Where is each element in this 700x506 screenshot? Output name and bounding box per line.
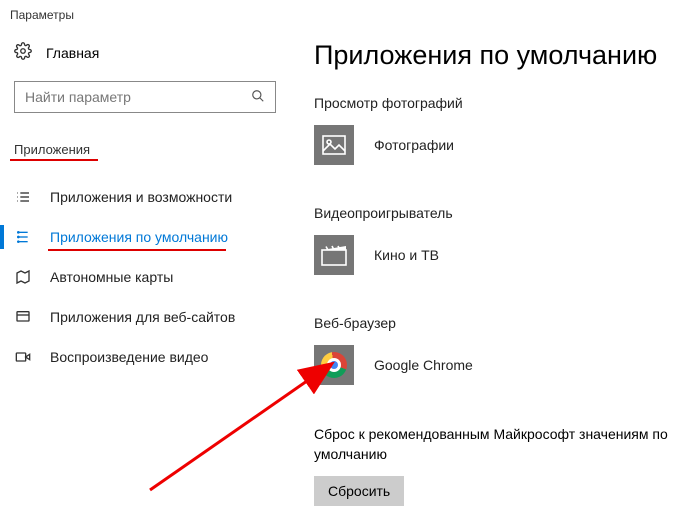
sidebar-category-label: Приложения — [14, 142, 90, 157]
home-button[interactable]: Главная — [14, 38, 276, 67]
default-video-app[interactable]: Кино и ТВ — [314, 235, 680, 275]
list-icon — [14, 189, 32, 205]
window-title: Параметры — [10, 8, 74, 22]
search-icon — [251, 89, 265, 106]
section-photo-title: Просмотр фотографий — [314, 95, 680, 111]
default-photo-app[interactable]: Фотографии — [314, 125, 680, 165]
app-label: Фотографии — [374, 137, 454, 153]
map-icon — [14, 269, 32, 285]
default-browser-app[interactable]: Google Chrome — [314, 345, 680, 385]
sidebar-item-label: Автономные карты — [50, 269, 173, 285]
chrome-app-icon — [314, 345, 354, 385]
section-browser-title: Веб-браузер — [314, 315, 680, 331]
gear-icon — [14, 42, 32, 63]
sidebar-category: Приложения — [14, 142, 90, 157]
search-input[interactable] — [25, 89, 251, 105]
sidebar-item-label: Воспроизведение видео — [50, 349, 208, 365]
main-panel: Приложения по умолчанию Просмотр фотогра… — [290, 30, 700, 503]
defaults-icon — [14, 229, 32, 245]
movies-app-icon — [314, 235, 354, 275]
sidebar-item-default-apps[interactable]: Приложения по умолчанию — [14, 217, 276, 257]
app-label: Google Chrome — [374, 357, 473, 373]
sidebar-item-apps-websites[interactable]: Приложения для веб-сайтов — [14, 297, 276, 337]
home-label: Главная — [46, 45, 99, 61]
window-titlebar: Параметры — [0, 0, 700, 30]
sidebar-item-video-playback[interactable]: Воспроизведение видео — [14, 337, 276, 377]
content-area: Главная Приложения Приложения — [0, 30, 700, 503]
search-box[interactable] — [14, 81, 276, 113]
sidebar-item-label: Приложения и возможности — [50, 189, 232, 205]
sidebar-nav: Приложения и возможности Приложения по у… — [14, 177, 276, 377]
sidebar: Главная Приложения Приложения — [0, 30, 290, 503]
photos-app-icon — [314, 125, 354, 165]
sidebar-item-offline-maps[interactable]: Автономные карты — [14, 257, 276, 297]
app-label: Кино и ТВ — [374, 247, 439, 263]
video-icon — [14, 349, 32, 365]
page-title: Приложения по умолчанию — [314, 40, 680, 71]
reset-description: Сброс к рекомендованным Майкрософт значе… — [314, 425, 680, 464]
sidebar-item-apps-features[interactable]: Приложения и возможности — [14, 177, 276, 217]
reset-section: Сброс к рекомендованным Майкрософт значе… — [314, 425, 680, 506]
reset-button[interactable]: Сбросить — [314, 476, 404, 506]
sidebar-item-label: Приложения по умолчанию — [50, 229, 228, 245]
sidebar-item-label: Приложения для веб-сайтов — [50, 309, 235, 325]
section-video-title: Видеопроигрыватель — [314, 205, 680, 221]
website-icon — [14, 309, 32, 325]
